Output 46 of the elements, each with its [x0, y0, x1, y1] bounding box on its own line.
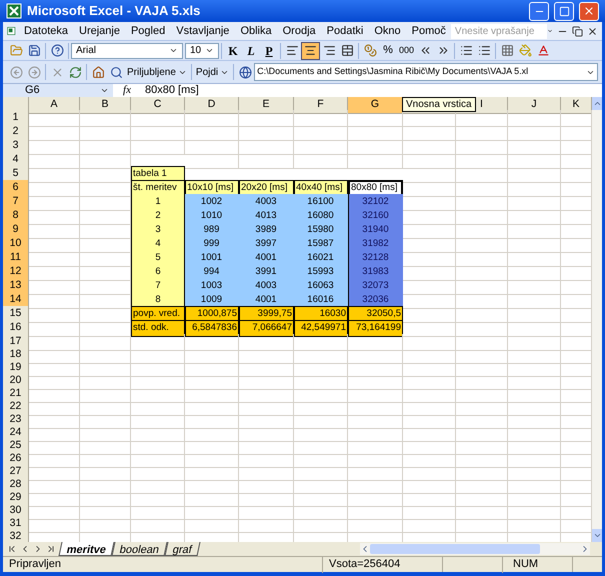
- menu-item[interactable]: Okno: [369, 22, 406, 40]
- status-text: Pripravljen: [8, 557, 62, 572]
- column-heading[interactable]: D: [185, 97, 239, 114]
- font-field[interactable]: Arial: [71, 42, 183, 58]
- column-heading[interactable]: F: [294, 97, 348, 114]
- menu-item[interactable]: Orodja: [278, 22, 321, 40]
- column-heading[interactable]: E: [239, 97, 294, 114]
- table-cell: 7,066647: [239, 320, 294, 337]
- menu-item[interactable]: Datoteka: [18, 22, 73, 40]
- window-title: Microsoft Excel - VAJA 5.xls: [27, 2, 202, 20]
- column-heading[interactable]: J: [508, 97, 561, 114]
- sheet-tab[interactable]: graf: [164, 542, 201, 556]
- column-heading[interactable]: K: [561, 97, 592, 114]
- menu-item[interactable]: Oblika: [235, 22, 277, 40]
- underline-button[interactable]: P: [260, 42, 278, 60]
- sum-readout: Vsota=256404: [322, 556, 442, 573]
- tooltip: Vnosna vrstica: [402, 97, 476, 112]
- column-heading[interactable]: C: [131, 97, 185, 114]
- column-heading[interactable]: B: [80, 97, 131, 114]
- sheet-tab[interactable]: boolean: [112, 542, 168, 556]
- thousands-button[interactable]: 000: [397, 42, 416, 60]
- menu-item[interactable]: Podatki: [322, 22, 368, 40]
- table-cell: 42,549971: [294, 320, 348, 337]
- menu-item[interactable]: Pomoč: [406, 22, 451, 40]
- font-size-field[interactable]: 10: [185, 42, 219, 58]
- menu-item[interactable]: Vstavljanje: [171, 22, 234, 40]
- menu-item[interactable]: Pogled: [126, 22, 170, 40]
- num-lock-indicator: NUM: [502, 556, 572, 573]
- menu-item[interactable]: Urejanje: [74, 22, 125, 40]
- address-field[interactable]: C:\Documents and Settings\Jasmina Ribič\My Documents\VAJA 5.xl: [254, 63, 598, 81]
- go-button[interactable]: Pojdi: [194, 63, 232, 81]
- function-icon[interactable]: fx: [113, 82, 141, 99]
- percent-button[interactable]: %: [379, 42, 397, 60]
- row-heading[interactable]: 32: [3, 529, 29, 542]
- table-cell: 73,164199: [348, 320, 403, 337]
- table-cell: 6,5847836: [185, 320, 239, 337]
- help-search-field[interactable]: Vnesite vprašanje: [450, 24, 547, 38]
- name-box[interactable]: G6: [3, 84, 113, 97]
- bold-button[interactable]: K: [224, 42, 242, 60]
- column-heading[interactable]: A: [29, 97, 80, 114]
- favorites-button[interactable]: Priljubljene: [125, 63, 189, 81]
- sheet-tab[interactable]: meritve: [58, 542, 115, 556]
- formula-field[interactable]: 80x80 [ms]: [141, 82, 602, 99]
- italic-button[interactable]: L: [242, 42, 260, 60]
- table-cell: std. odk.: [131, 320, 185, 337]
- column-heading[interactable]: G: [348, 97, 403, 114]
